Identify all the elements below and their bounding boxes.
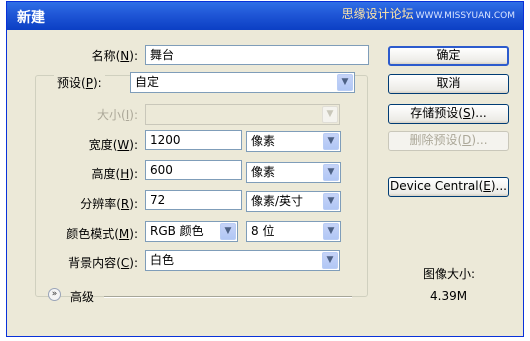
bit-depth-select[interactable]: 8 位 ▼	[246, 221, 341, 242]
preset-select[interactable]: 自定 ▼	[130, 72, 355, 93]
advanced-label[interactable]: 高级	[70, 288, 94, 305]
save-preset-button[interactable]: 存储预设(S)...	[388, 104, 509, 124]
preset-label: 预设(P):	[54, 74, 105, 90]
watermark-url: WWW.MISSYUAN.COM	[415, 11, 515, 21]
resolution-unit-select[interactable]: 像素/英寸 ▼	[246, 191, 341, 212]
background-select[interactable]: 白色 ▼	[145, 250, 340, 271]
resolution-label: 分辨率(R):	[80, 197, 138, 211]
chevron-down-icon: ▼	[323, 223, 339, 240]
watermark-text: 思缘设计论坛	[341, 7, 414, 21]
size-label: 大小(I):	[97, 108, 138, 122]
width-label: 宽度(W):	[88, 138, 138, 152]
new-document-dialog: 新建 思缘设计论坛 WWW.MISSYUAN.COM 名称(N): 舞台 预设(P…	[6, 1, 524, 337]
title-bar[interactable]: 新建 思缘设计论坛 WWW.MISSYUAN.COM	[7, 2, 523, 30]
color-mode-select[interactable]: RGB 颜色 ▼	[145, 221, 238, 242]
name-input[interactable]: 舞台	[145, 45, 369, 65]
resolution-input[interactable]: 72	[145, 190, 242, 210]
height-unit-select[interactable]: 像素 ▼	[246, 162, 341, 183]
chevron-down-icon: ▼	[220, 223, 236, 240]
background-label: 背景内容(C):	[68, 256, 138, 270]
expand-advanced-icon[interactable]: »	[48, 288, 61, 301]
chevron-down-icon: ▼	[337, 74, 353, 91]
cancel-button[interactable]: 取消	[388, 74, 509, 94]
height-input[interactable]: 600	[145, 160, 242, 180]
image-size-value: 4.39M	[430, 289, 468, 303]
height-label: 高度(H):	[91, 167, 138, 181]
chevron-down-icon: ▼	[323, 133, 339, 150]
width-unit-select[interactable]: 像素 ▼	[246, 131, 341, 152]
advanced-divider	[104, 296, 352, 298]
delete-preset-button: 删除预设(D)...	[388, 131, 509, 151]
width-input[interactable]: 1200	[145, 130, 242, 150]
dialog-title: 新建	[17, 10, 45, 26]
chevron-down-icon: ▼	[323, 193, 339, 210]
watermark: 思缘设计论坛 WWW.MISSYUAN.COM	[342, 5, 515, 22]
name-label: 名称(N):	[91, 49, 138, 63]
image-size-label: 图像大小:	[423, 267, 476, 281]
size-select: ▼	[145, 104, 340, 125]
color-mode-label: 颜色模式(M):	[66, 227, 138, 241]
ok-button[interactable]: 确定	[388, 46, 509, 66]
dialog-body: 名称(N): 舞台 预设(P): 自定 ▼ 大小(I): ▼ 宽度(W): 120…	[10, 30, 520, 333]
device-central-button[interactable]: Device Central(E)...	[388, 177, 509, 197]
chevron-down-icon: ▼	[322, 252, 338, 269]
chevron-down-icon: ▼	[323, 164, 339, 181]
chevron-down-icon: ▼	[322, 106, 338, 123]
